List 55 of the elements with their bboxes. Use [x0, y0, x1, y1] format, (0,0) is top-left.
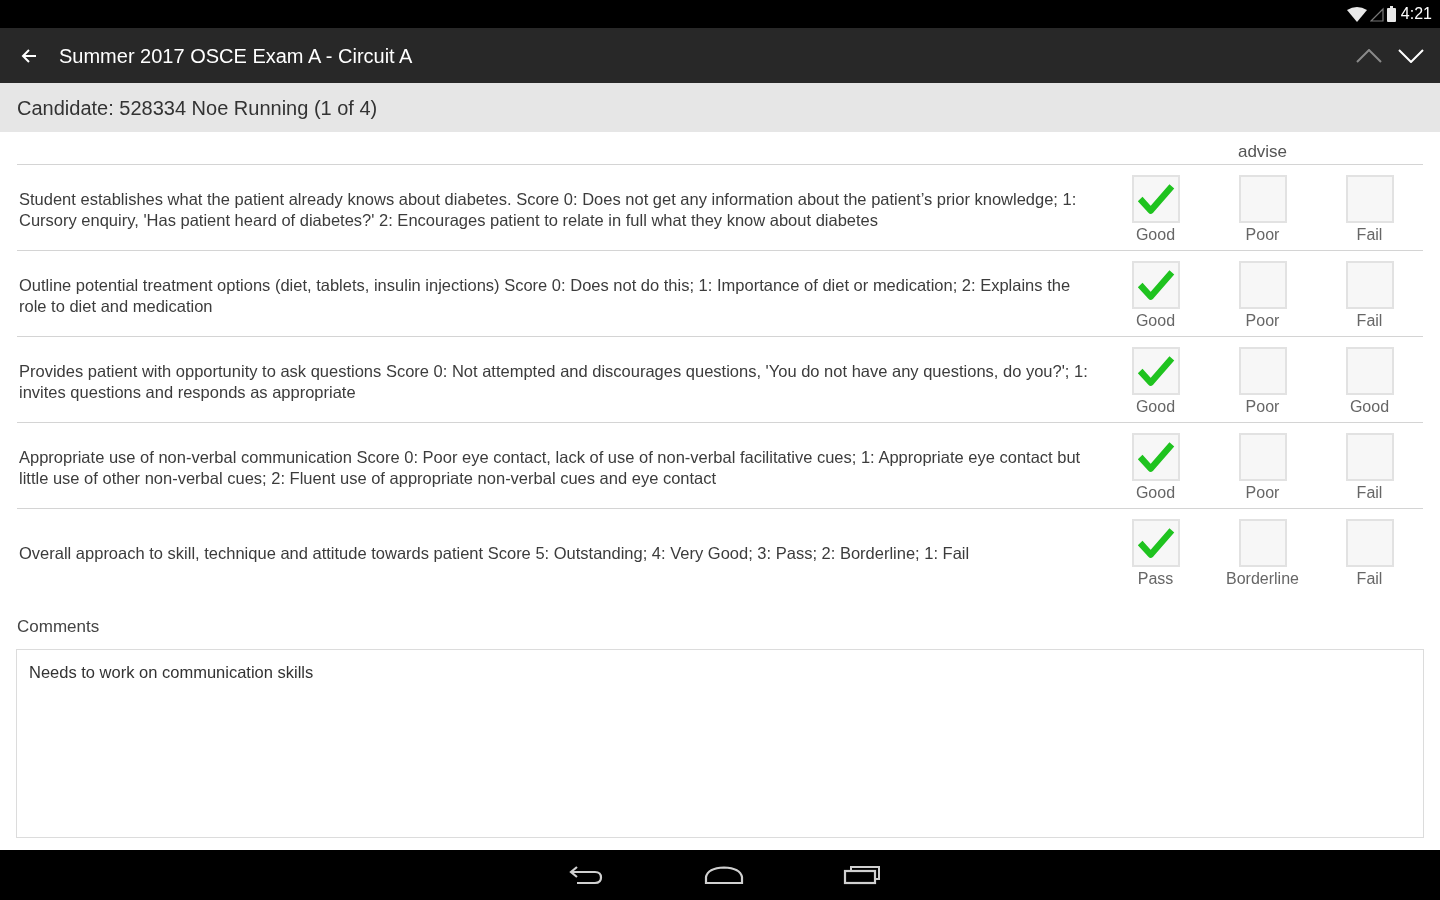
- checkbox[interactable]: [1238, 261, 1287, 309]
- criterion-text: Appropriate use of non-verbal communication Score 0: Poor eye contact, lack of use of non-verbal facilitative cues; 1: Appropriate eye contact but little use of other non-verbal cues; 2: Fluent use of appropriate non-verbal cues and eye contact: [18, 446, 1082, 489]
- check-icon: [1136, 269, 1175, 301]
- checkbox[interactable]: [1345, 261, 1394, 309]
- comments-label: Comments: [17, 617, 100, 636]
- criterion-text: Outline potential treatment options (diet, tablets, insulin injections) Score 0: Does not do this; 1: Importance of diet or medication; 2: Explains the role to diet and medication: [18, 274, 1072, 317]
- option-label: Borderline: [1226, 570, 1299, 588]
- check-icon: [1136, 441, 1175, 473]
- battery-icon: [1386, 6, 1396, 22]
- option-label: Fail: [1356, 312, 1383, 330]
- home-icon: [704, 866, 744, 884]
- checkbox[interactable]: [1345, 347, 1394, 395]
- option-label: Fail: [1356, 226, 1383, 244]
- option-label: Fail: [1356, 570, 1383, 588]
- wifi-icon: [1346, 6, 1367, 22]
- checkbox[interactable]: [1131, 519, 1180, 567]
- checkbox[interactable]: [1345, 433, 1394, 481]
- back-arrow-icon: [21, 47, 37, 64]
- back-arrow-icon: [569, 865, 603, 885]
- checkbox[interactable]: [1238, 175, 1287, 223]
- column-heading: advise: [1237, 141, 1288, 163]
- option-label: Poor: [1245, 484, 1280, 502]
- option-label: Fail: [1356, 484, 1383, 502]
- clock-time: 4:21: [1400, 4, 1432, 24]
- option-label: Good: [1349, 398, 1390, 416]
- check-icon: [1136, 527, 1175, 559]
- candidate-text: Candidate: 528334 Noe Running (1 of 4): [17, 95, 378, 121]
- checkbox[interactable]: [1131, 347, 1180, 395]
- option-label: Poor: [1245, 226, 1280, 244]
- comments-field[interactable]: Needs to work on communication skills: [16, 648, 1424, 838]
- option-label: Good: [1135, 226, 1176, 244]
- checkbox[interactable]: [1238, 519, 1287, 567]
- chevron-down-icon: [1398, 48, 1424, 63]
- option-label: Poor: [1245, 312, 1280, 330]
- option-label: Good: [1135, 312, 1176, 330]
- checkbox[interactable]: [1345, 175, 1394, 223]
- check-icon: [1136, 183, 1175, 215]
- option-label: Poor: [1245, 398, 1280, 416]
- checkbox[interactable]: [1131, 261, 1180, 309]
- criterion-text: Student establishes what the patient already knows about diabetes. Score 0: Does not get any information about the patient’s prior knowledge; 1: Cursory enquiry, 'Has patient heard of diabetes?' 2: Encourages patient to relate in full what they know about diabetes: [18, 188, 1078, 231]
- screen-title: Summer 2017 OSCE Exam A - Circuit A: [59, 43, 414, 69]
- checkbox[interactable]: [1131, 175, 1180, 223]
- signal-icon: [1369, 6, 1384, 22]
- option-label: Good: [1135, 484, 1176, 502]
- check-icon: [1136, 355, 1175, 387]
- checkbox[interactable]: [1238, 433, 1287, 481]
- checkbox[interactable]: [1238, 347, 1287, 395]
- option-label: Good: [1135, 398, 1176, 416]
- option-label: Pass: [1137, 570, 1174, 588]
- checkbox[interactable]: [1131, 433, 1180, 481]
- criterion-text: Provides patient with opportunity to ask questions Score 0: Not attempted and discourages questions, 'You do not have any questions, do you?'; 1: invites questions and responds as appropriate: [18, 360, 1089, 403]
- criterion-text: Overall approach to skill, technique and attitude towards patient Score 5: Outstanding; 4: Very Good; 3: Pass; 2: Borderline; 1: Fail: [18, 543, 971, 564]
- chevron-up-icon: [1356, 48, 1382, 63]
- recent-apps-icon: [843, 865, 881, 885]
- checkbox[interactable]: [1345, 519, 1394, 567]
